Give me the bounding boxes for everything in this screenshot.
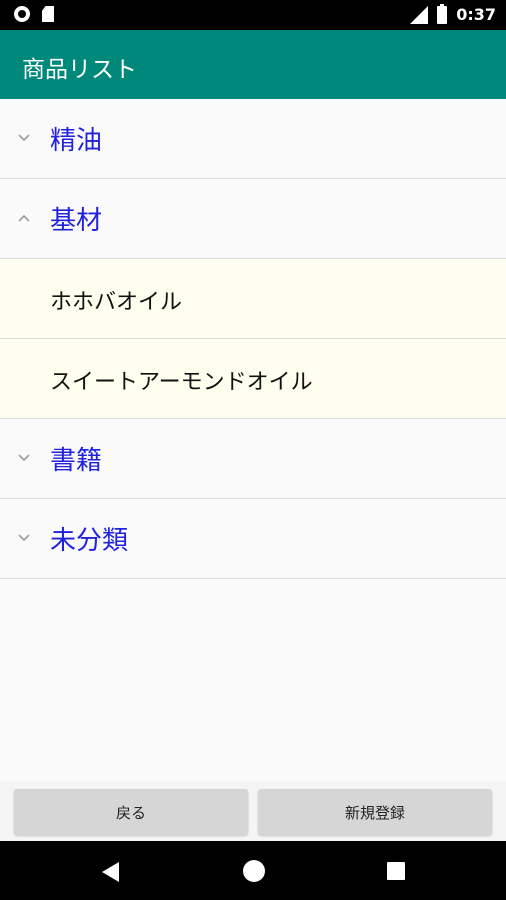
group-label: 精油	[50, 126, 103, 156]
item-label: ホホバオイル	[50, 290, 183, 315]
status-bar: 0:37	[0, 0, 506, 30]
back-button[interactable]: 戻る	[14, 789, 248, 835]
group-row-uncategorized[interactable]: 未分類	[0, 499, 506, 579]
chevron-down-icon	[17, 131, 31, 145]
chevron-down-icon	[17, 531, 31, 545]
group-row-books[interactable]: 書籍	[0, 419, 506, 499]
list-item-jojoba-oil[interactable]: ホホバオイル	[0, 259, 506, 339]
signal-icon	[410, 5, 429, 24]
group-label: 基材	[50, 206, 103, 236]
battery-icon	[437, 3, 448, 24]
product-list: 精油 基材 ホホバオイル スイートアーモンドオイル 書籍 未分類	[0, 99, 506, 579]
back-triangle-icon[interactable]	[102, 862, 119, 882]
navigation-bar	[0, 841, 506, 900]
new-register-button[interactable]: 新規登録	[258, 789, 492, 835]
group-label: 未分類	[50, 526, 129, 556]
group-label: 書籍	[50, 446, 103, 476]
item-label: スイートアーモンドオイル	[50, 370, 313, 395]
home-circle-icon[interactable]	[243, 860, 265, 882]
group-row-base-material[interactable]: 基材	[0, 179, 506, 259]
list-item-sweet-almond-oil[interactable]: スイートアーモンドオイル	[0, 339, 506, 419]
page-title: 商品リスト	[22, 57, 137, 83]
sd-card-icon	[42, 6, 54, 22]
chevron-up-icon	[17, 211, 31, 225]
recent-square-icon[interactable]	[387, 862, 405, 880]
chevron-down-icon	[17, 451, 31, 465]
group-row-essential-oil[interactable]: 精油	[0, 99, 506, 179]
app-bar: 商品リスト	[0, 30, 506, 99]
status-time: 0:37	[456, 5, 496, 24]
record-icon	[14, 6, 30, 22]
button-bar: 戻る 新規登録	[0, 781, 506, 841]
